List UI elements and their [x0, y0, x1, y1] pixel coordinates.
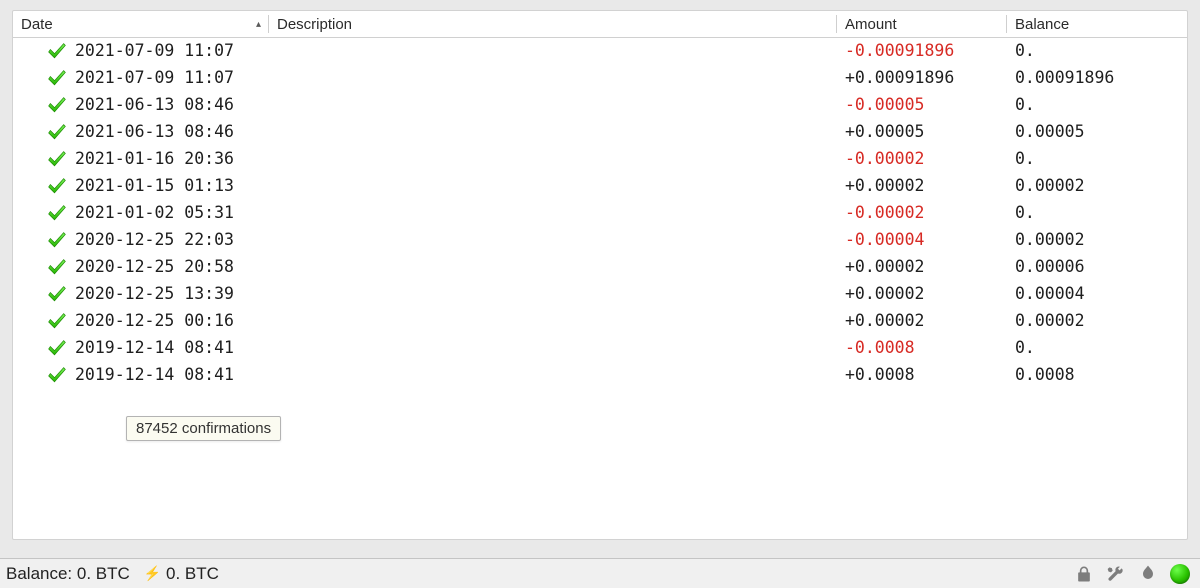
confirmed-check-icon [47, 258, 67, 278]
status-lightning-value: 0. BTC [166, 564, 219, 583]
confirmed-check-icon [47, 285, 67, 305]
column-header-description-label: Description [277, 16, 352, 33]
status-lightning: ⚡ 0. BTC [144, 564, 219, 584]
row-balance: 0.00005 [1007, 123, 1187, 141]
row-amount: +0.00002 [837, 177, 1007, 195]
row-amount: +0.00002 [837, 312, 1007, 330]
row-balance: 0.00002 [1007, 231, 1187, 249]
table-row[interactable]: 2020-12-25 22:03 -0.000040.00002 [13, 227, 1187, 254]
column-header-amount-label: Amount [845, 16, 897, 33]
row-amount: +0.00091896 [837, 69, 1007, 87]
confirmed-check-icon [47, 204, 67, 224]
confirmed-check-icon [47, 339, 67, 359]
confirmed-check-icon [47, 312, 67, 332]
row-date: 2019-12-14 08:41 [75, 339, 234, 357]
confirmed-check-icon [47, 69, 67, 89]
row-date: 2019-12-14 08:41 [75, 366, 234, 384]
row-amount: -0.00002 [837, 204, 1007, 222]
row-balance: 0. [1007, 150, 1187, 168]
row-amount: +0.00002 [837, 285, 1007, 303]
column-header-amount[interactable]: Amount [837, 11, 1007, 37]
table-row[interactable]: 2019-12-14 08:41 -0.00080. [13, 335, 1187, 362]
table-row[interactable]: 2021-01-02 05:31 -0.000020. [13, 200, 1187, 227]
confirmations-tooltip: 87452 confirmations [126, 416, 281, 441]
table-row[interactable]: 2021-01-16 20:36 -0.000020. [13, 146, 1187, 173]
row-date: 2021-07-09 11:07 [75, 42, 234, 60]
confirmed-check-icon [47, 123, 67, 143]
row-balance: 0.00002 [1007, 312, 1187, 330]
history-panel: Date ▴ Description Amount Balance 2021-0… [12, 10, 1188, 540]
table-row[interactable]: 2021-06-13 08:46 +0.000050.00005 [13, 119, 1187, 146]
row-balance: 0.00006 [1007, 258, 1187, 276]
row-amount: +0.00002 [837, 258, 1007, 276]
row-amount: -0.00002 [837, 150, 1007, 168]
row-balance: 0. [1007, 204, 1187, 222]
status-balance-label: Balance: [6, 564, 72, 583]
table-row[interactable]: 2020-12-25 13:39 +0.000020.00004 [13, 281, 1187, 308]
column-header[interactable]: Date ▴ Description Amount Balance [13, 11, 1187, 38]
sort-indicator-icon: ▴ [256, 19, 261, 30]
lock-icon[interactable] [1074, 564, 1094, 584]
row-date: 2020-12-25 22:03 [75, 231, 234, 249]
row-amount: -0.00005 [837, 96, 1007, 114]
status-balance: Balance: 0. BTC [6, 564, 130, 584]
row-date: 2021-01-15 01:13 [75, 177, 234, 195]
row-date: 2021-06-13 08:46 [75, 123, 234, 141]
row-amount: -0.00091896 [837, 42, 1007, 60]
column-header-date-label: Date [21, 16, 53, 33]
table-row[interactable]: 2020-12-25 00:16 +0.000020.00002 [13, 308, 1187, 335]
table-row[interactable]: 2021-01-15 01:13 +0.000020.00002 [13, 173, 1187, 200]
table-row[interactable]: 2019-12-14 08:41 +0.00080.0008 [13, 362, 1187, 389]
row-date: 2020-12-25 13:39 [75, 285, 234, 303]
table-row[interactable]: 2021-07-09 11:07 -0.000918960. [13, 38, 1187, 65]
row-amount: +0.00005 [837, 123, 1007, 141]
column-header-date[interactable]: Date ▴ [13, 11, 269, 37]
table-row[interactable]: 2020-12-25 20:58 +0.000020.00006 [13, 254, 1187, 281]
network-status-icon[interactable] [1170, 564, 1190, 584]
row-date: 2021-01-16 20:36 [75, 150, 234, 168]
row-balance: 0.0008 [1007, 366, 1187, 384]
row-date: 2020-12-25 20:58 [75, 258, 234, 276]
row-balance: 0. [1007, 42, 1187, 60]
row-date: 2021-01-02 05:31 [75, 204, 234, 222]
status-bar: Balance: 0. BTC ⚡ 0. BTC [0, 558, 1200, 588]
column-header-balance-label: Balance [1015, 16, 1069, 33]
table-row[interactable]: 2021-07-09 11:07 +0.000918960.00091896 [13, 65, 1187, 92]
row-date: 2020-12-25 00:16 [75, 312, 234, 330]
confirmed-check-icon [47, 96, 67, 116]
seed-icon[interactable] [1138, 564, 1158, 584]
row-date: 2021-06-13 08:46 [75, 96, 234, 114]
confirmed-check-icon [47, 42, 67, 62]
confirmed-check-icon [47, 150, 67, 170]
column-header-balance[interactable]: Balance [1007, 11, 1187, 37]
confirmed-check-icon [47, 231, 67, 251]
confirmed-check-icon [47, 177, 67, 197]
confirmed-check-icon [47, 366, 67, 386]
preferences-icon[interactable] [1106, 564, 1126, 584]
row-balance: 0.00004 [1007, 285, 1187, 303]
transaction-list: 2021-07-09 11:07-0.000918960. 2021-07-09… [13, 38, 1187, 389]
table-row[interactable]: 2021-06-13 08:46 -0.000050. [13, 92, 1187, 119]
row-amount: -0.00004 [837, 231, 1007, 249]
lightning-icon: ⚡ [144, 565, 161, 582]
row-balance: 0. [1007, 339, 1187, 357]
row-date: 2021-07-09 11:07 [75, 69, 234, 87]
row-amount: +0.0008 [837, 366, 1007, 384]
row-balance: 0. [1007, 96, 1187, 114]
column-header-description[interactable]: Description [269, 11, 837, 37]
row-amount: -0.0008 [837, 339, 1007, 357]
row-balance: 0.00091896 [1007, 69, 1187, 87]
row-balance: 0.00002 [1007, 177, 1187, 195]
confirmations-tooltip-text: 87452 confirmations [136, 420, 271, 437]
status-balance-value: 0. BTC [77, 564, 130, 583]
